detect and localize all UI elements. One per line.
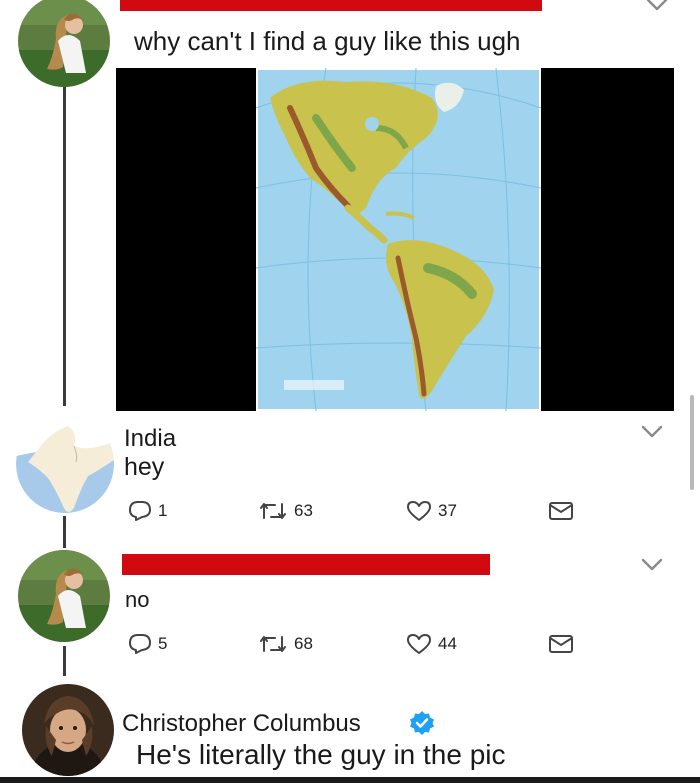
reply-button[interactable]: 5 [128, 633, 167, 655]
tweet-actions: 1 63 37 [128, 500, 588, 530]
tweet-media[interactable] [116, 68, 674, 411]
like-button[interactable]: 44 [406, 633, 457, 655]
woman-photo-icon [18, 0, 110, 87]
avatar[interactable] [16, 412, 114, 516]
tweet-text: why can't I find a guy like this ugh [134, 26, 521, 56]
heart-icon [407, 634, 431, 654]
chevron-down-icon[interactable] [641, 558, 663, 572]
envelope-icon [549, 502, 573, 520]
dm-button[interactable] [548, 500, 574, 522]
woman-photo-icon [18, 550, 110, 642]
envelope-icon [549, 635, 573, 653]
dm-button[interactable] [548, 633, 574, 655]
india-map-icon [16, 412, 114, 516]
chevron-down-icon[interactable] [641, 425, 663, 439]
tweet-text: hey [124, 453, 165, 481]
retweet-button[interactable]: 63 [258, 500, 313, 522]
americas-map-image [256, 68, 541, 411]
retweet-button[interactable]: 68 [258, 633, 313, 655]
bottom-divider [0, 777, 700, 783]
retweet-count: 63 [294, 501, 313, 520]
tweet-actions: 5 68 44 [128, 633, 588, 663]
thread-connector-3 [63, 646, 66, 676]
tweet-text: He's literally the guy in the pic [136, 739, 506, 770]
reply-icon [129, 501, 151, 521]
avatar[interactable] [18, 0, 110, 87]
scrollbar[interactable] [690, 395, 694, 490]
reply-count: 5 [158, 634, 168, 653]
like-count: 37 [438, 501, 457, 520]
verified-badge-icon [410, 711, 434, 735]
thread-connector-2 [63, 516, 66, 548]
heart-icon [407, 501, 431, 521]
avatar[interactable] [22, 684, 114, 776]
thread-connector-1 [63, 84, 66, 406]
reply-icon [129, 634, 151, 654]
display-name[interactable]: Christopher Columbus [122, 710, 361, 738]
avatar[interactable] [18, 550, 110, 642]
reply-count: 1 [158, 501, 168, 520]
tweet-text: no [125, 587, 150, 612]
retweet-count: 68 [294, 634, 313, 653]
redacted-username-bar [122, 554, 490, 575]
chevron-down-icon[interactable] [646, 0, 668, 12]
retweet-icon [260, 503, 286, 519]
reply-button[interactable]: 1 [128, 500, 167, 522]
columbus-portrait-icon [22, 684, 114, 776]
like-count: 44 [438, 634, 457, 653]
display-name[interactable]: India [124, 425, 176, 453]
like-button[interactable]: 37 [406, 500, 457, 522]
retweet-icon [260, 636, 286, 652]
redacted-username-bar [120, 0, 542, 11]
